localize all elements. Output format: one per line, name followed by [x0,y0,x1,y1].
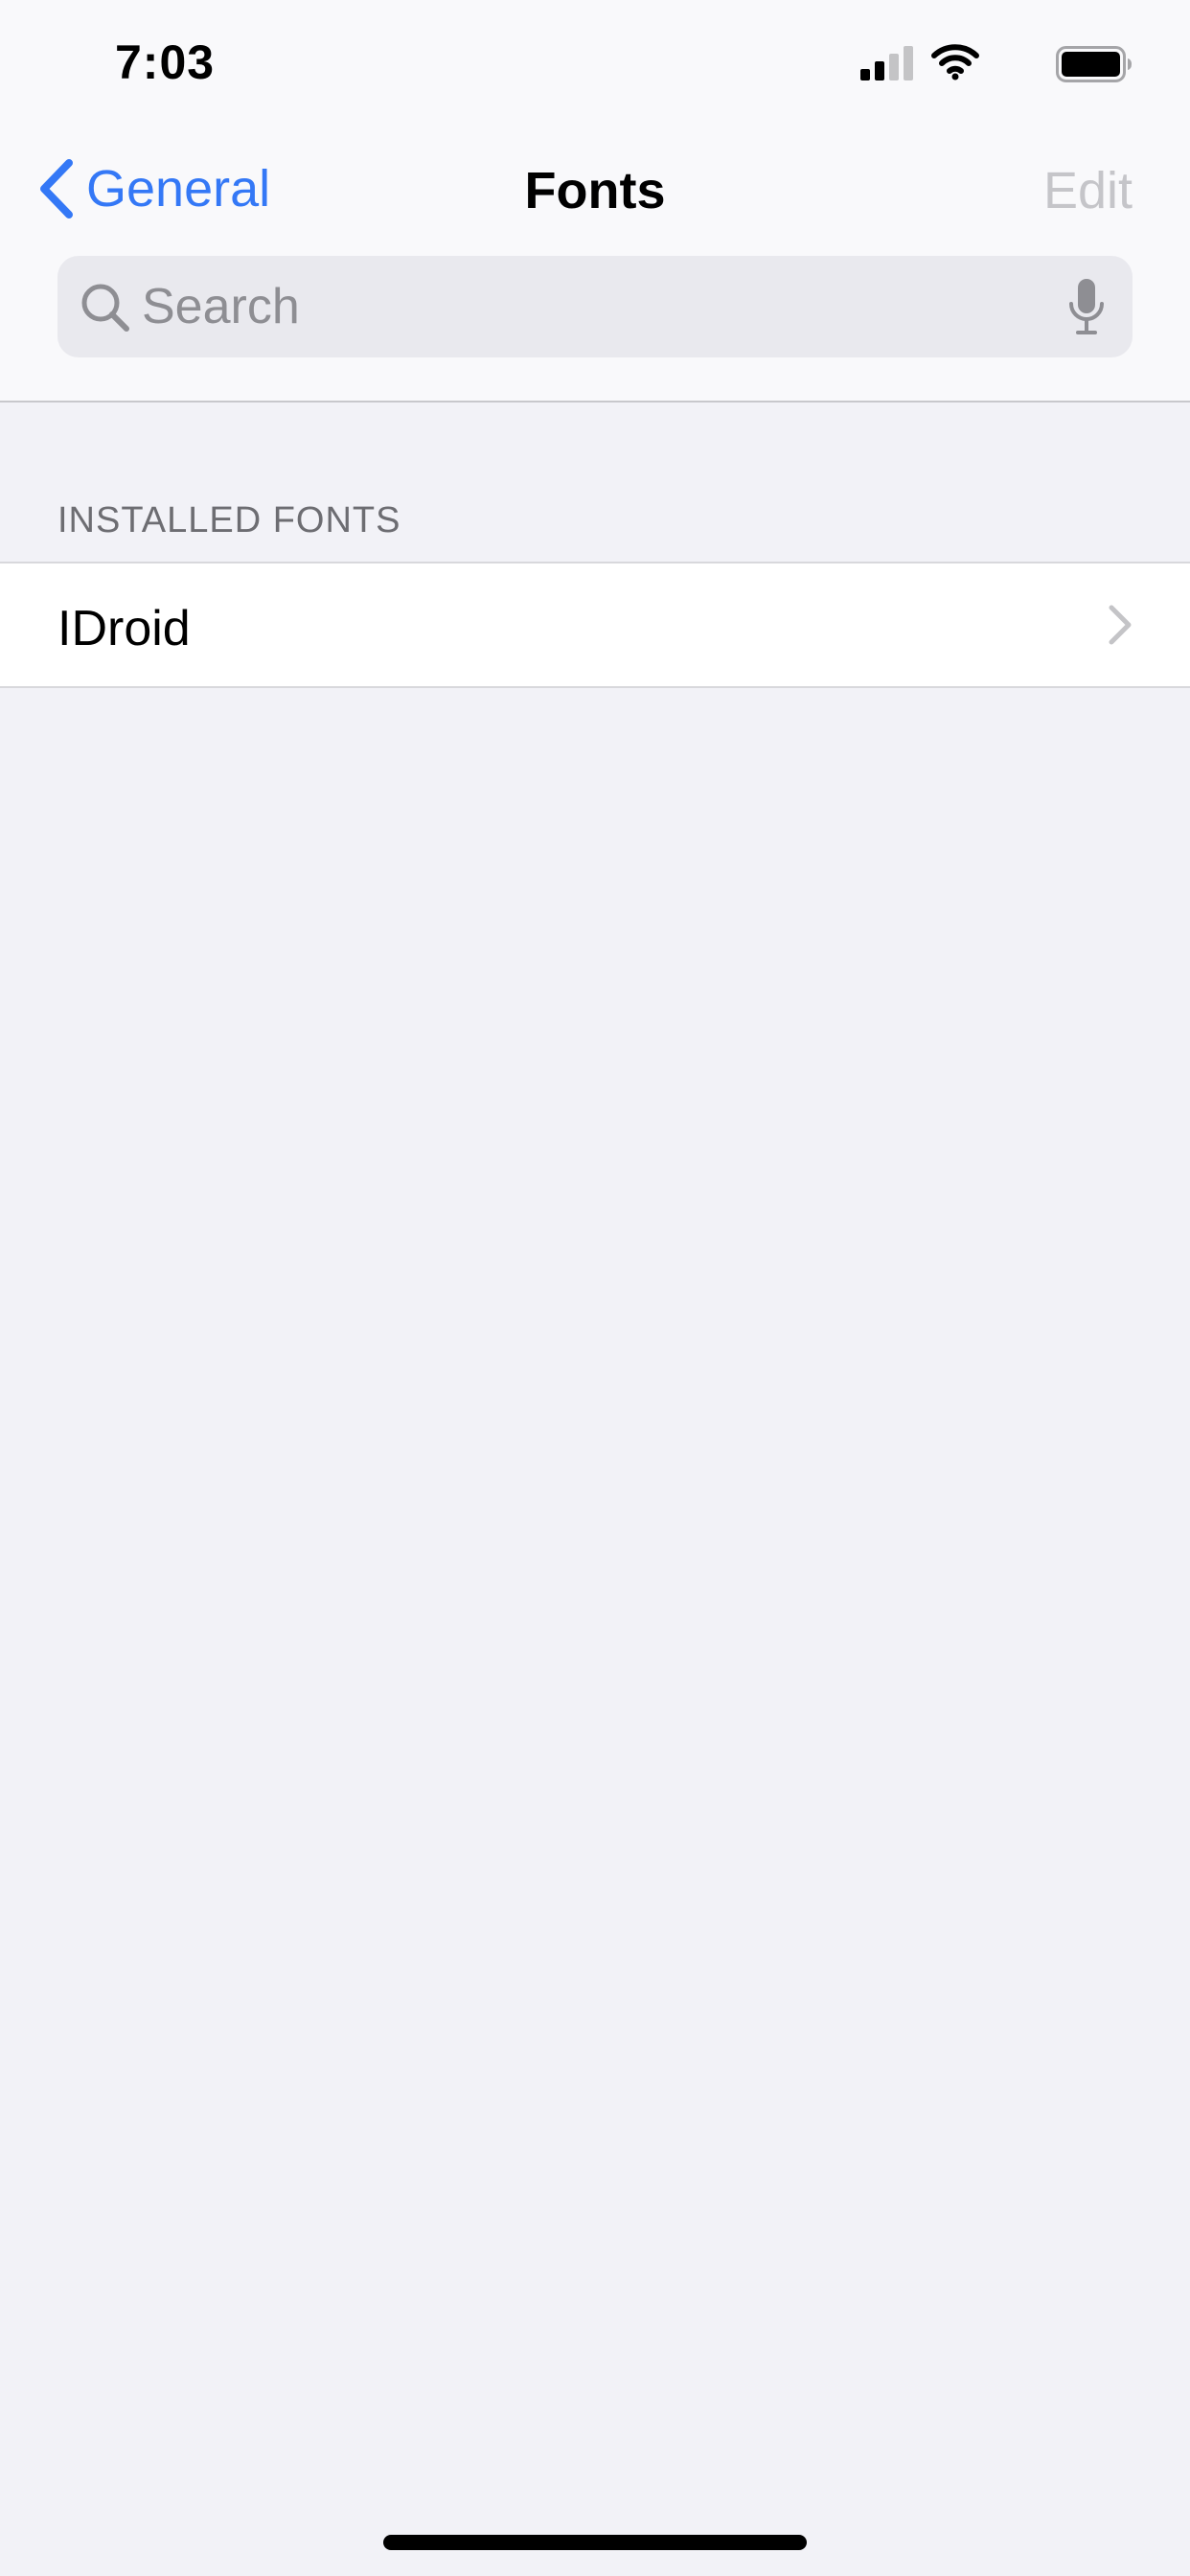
home-indicator [383,2535,807,2550]
edit-button[interactable]: Edit [1043,161,1133,220]
search-icon [81,284,129,332]
list-item-font[interactable]: IDroid [0,564,1190,686]
installed-fonts-list: IDroid [0,562,1190,688]
chevron-right-icon [1109,605,1132,645]
search-input[interactable] [142,256,1004,357]
microphone-icon[interactable] [1067,277,1106,336]
cellular-signal-icon [860,46,913,80]
wifi-icon [931,44,979,80]
top-chrome: 7:03 General Fonts Edit [0,0,1190,402]
section-header-installed-fonts: INSTALLED FONTS [57,500,401,540]
font-name-label: IDroid [57,601,191,656]
status-time: 7:03 [115,35,216,89]
page-title: Fonts [524,162,666,219]
battery-icon [1056,46,1132,82]
search-bar[interactable] [57,256,1133,357]
